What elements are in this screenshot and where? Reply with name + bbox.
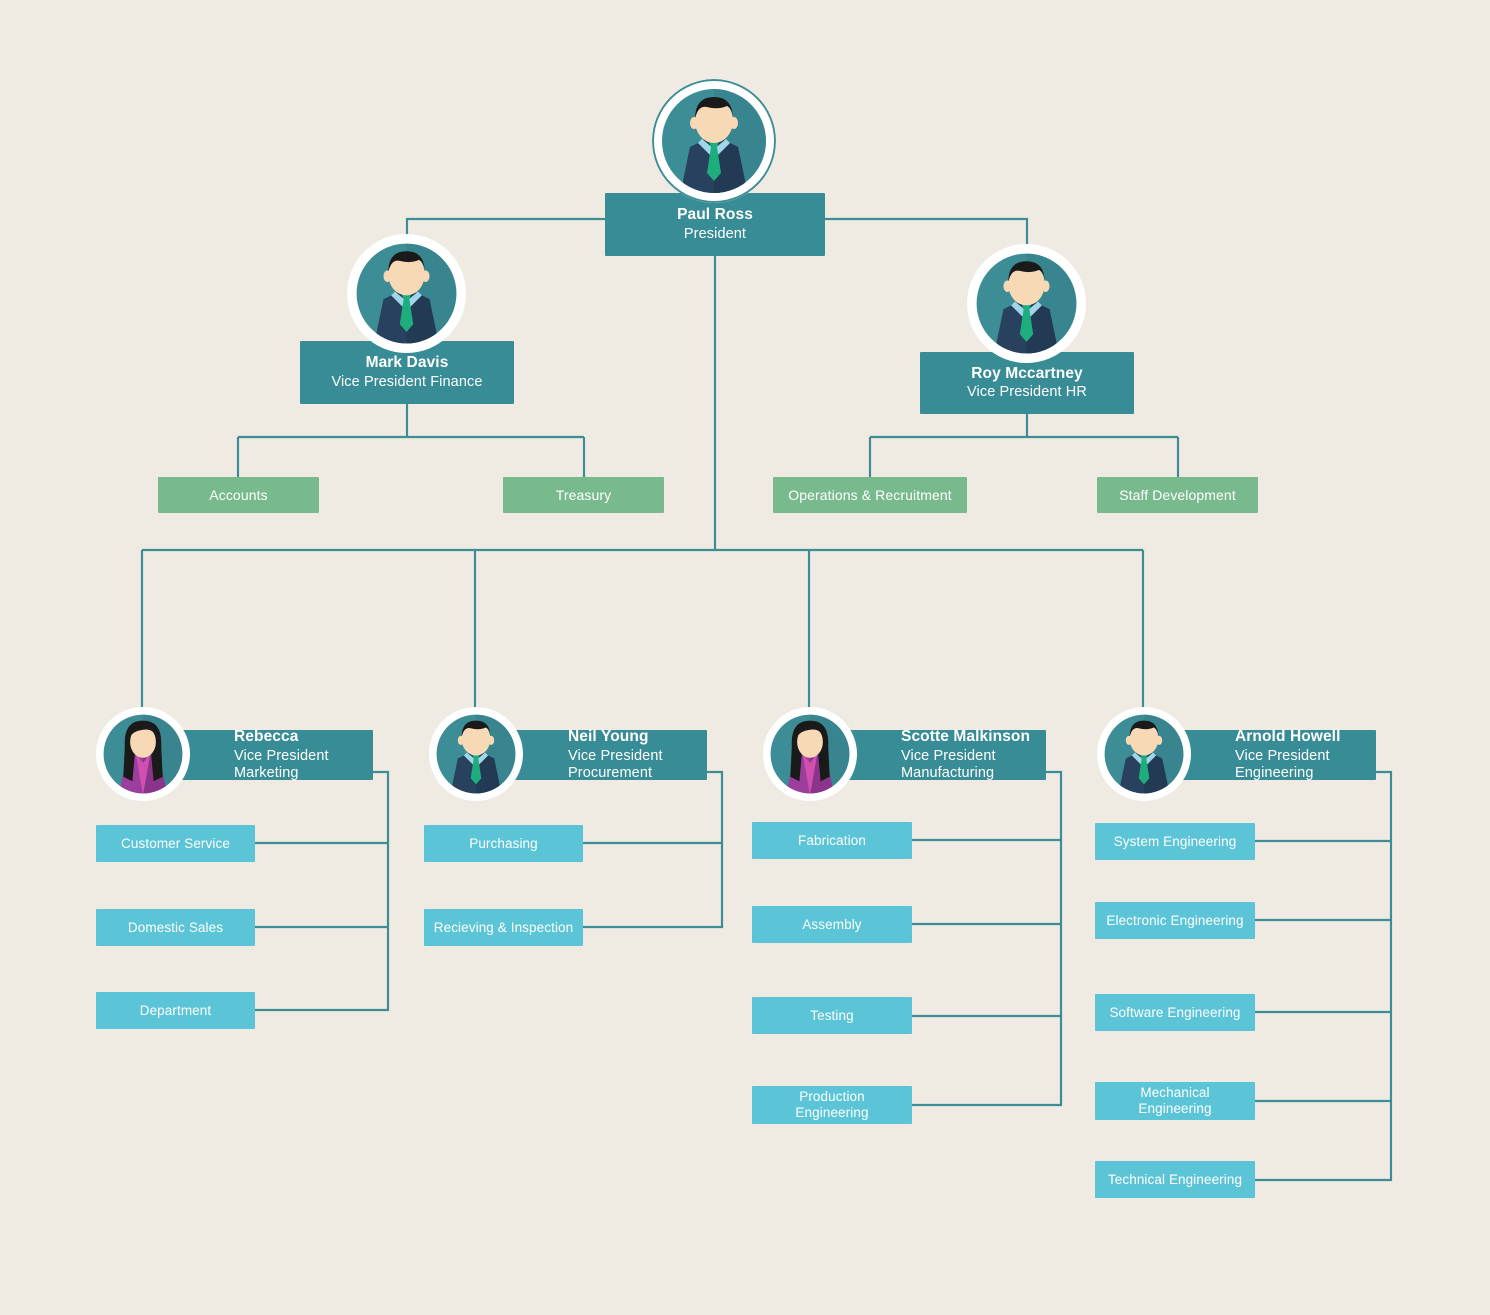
leaf-testing[interactable]: Testing: [752, 997, 912, 1034]
dept-operations-recruitment[interactable]: Operations & Recruitment: [773, 477, 967, 513]
female-avatar-icon: [763, 707, 857, 801]
leaf-assembly[interactable]: Assembly: [752, 906, 912, 943]
leaf-production-engineering[interactable]: Production Engineering: [752, 1086, 912, 1124]
male-avatar-icon: [1097, 707, 1191, 801]
leaf-mechanical-engineering[interactable]: Mechanical Engineering: [1095, 1082, 1255, 1120]
vp-engineering-role: Vice President Engineering: [1235, 747, 1330, 781]
dept-operations-recruitment-label: Operations & Recruitment: [788, 486, 952, 503]
leaf-fabrication[interactable]: Fabrication: [752, 822, 912, 859]
dept-staff-development[interactable]: Staff Development: [1097, 477, 1258, 513]
leaf-mechanical-engineering-label2: Engineering: [1138, 1101, 1212, 1116]
leaf-department[interactable]: Department: [96, 992, 255, 1029]
leaf-recieving-inspection[interactable]: Recieving & Inspection: [424, 909, 583, 946]
leaf-recieving-inspection-label: Recieving & Inspection: [433, 919, 574, 935]
vp-finance-role: Vice President Finance: [331, 373, 483, 390]
leaf-purchasing[interactable]: Purchasing: [424, 825, 583, 862]
leaf-electronic-engineering[interactable]: Electronic Engineering: [1095, 902, 1255, 939]
vp-marketing-name: Rebecca: [234, 728, 299, 746]
leaf-department-label: Department: [139, 1002, 212, 1018]
dept-accounts[interactable]: Accounts: [158, 477, 319, 513]
leaf-domestic-sales[interactable]: Domestic Sales: [96, 909, 255, 946]
vp-procurement-role: Vice President Procurement: [568, 747, 663, 781]
president-role: President: [683, 225, 747, 242]
leaf-electronic-engineering-label: Electronic Engineering: [1106, 912, 1244, 928]
leaf-customer-service[interactable]: Customer Service: [96, 825, 255, 862]
male-avatar-icon: [967, 244, 1086, 363]
leaf-system-engineering-label: System Engineering: [1113, 833, 1237, 849]
leaf-technical-engineering-label: Technical Engineering: [1107, 1171, 1243, 1187]
vp-engineering-name: Arnold Howell: [1235, 728, 1341, 746]
vp-manufacturing-role: Vice President Manufacturing: [901, 747, 996, 781]
leaf-fabrication-label: Fabrication: [798, 832, 866, 848]
female-avatar-icon: [96, 707, 190, 801]
vp-hr-name: Roy Mccartney: [971, 364, 1083, 382]
org-chart-canvas: Paul Ross President Mark Davis Vice Pres…: [0, 0, 1490, 1315]
leaf-production-engineering-label: Production: [799, 1089, 865, 1105]
male-avatar-icon: [429, 707, 523, 801]
president-name: Paul Ross: [677, 206, 753, 224]
dept-accounts-label: Accounts: [209, 486, 268, 503]
leaf-customer-service-label: Customer Service: [121, 835, 230, 851]
president-text: Paul Ross President: [605, 206, 825, 242]
vp-hr-role: Vice President HR: [967, 384, 1087, 401]
dept-treasury[interactable]: Treasury: [503, 477, 664, 513]
vp-finance-name: Mark Davis: [365, 354, 449, 372]
leaf-technical-engineering[interactable]: Technical Engineering: [1095, 1161, 1255, 1198]
leaf-mechanical-engineering-label: Mechanical: [1140, 1085, 1210, 1101]
leaf-purchasing-label: Purchasing: [469, 835, 538, 851]
dept-staff-development-label: Staff Development: [1119, 486, 1236, 503]
vp-manufacturing-name: Scotte Malkinson: [901, 728, 1031, 746]
leaf-production-engineering-label2: Engineering: [795, 1105, 869, 1120]
leaf-testing-label: Testing: [810, 1007, 854, 1023]
leaf-domestic-sales-label: Domestic Sales: [127, 919, 224, 935]
leaf-software-engineering-label: Software Engineering: [1109, 1004, 1241, 1020]
dept-treasury-label: Treasury: [555, 486, 612, 503]
male-avatar-icon: [347, 234, 466, 353]
male-avatar-icon: [652, 79, 776, 203]
leaf-assembly-label: Assembly: [802, 916, 862, 932]
vp-procurement-name: Neil Young: [568, 728, 649, 746]
leaf-software-engineering[interactable]: Software Engineering: [1095, 994, 1255, 1031]
leaf-system-engineering[interactable]: System Engineering: [1095, 823, 1255, 860]
vp-marketing-role: Vice President Marketing: [234, 747, 329, 781]
